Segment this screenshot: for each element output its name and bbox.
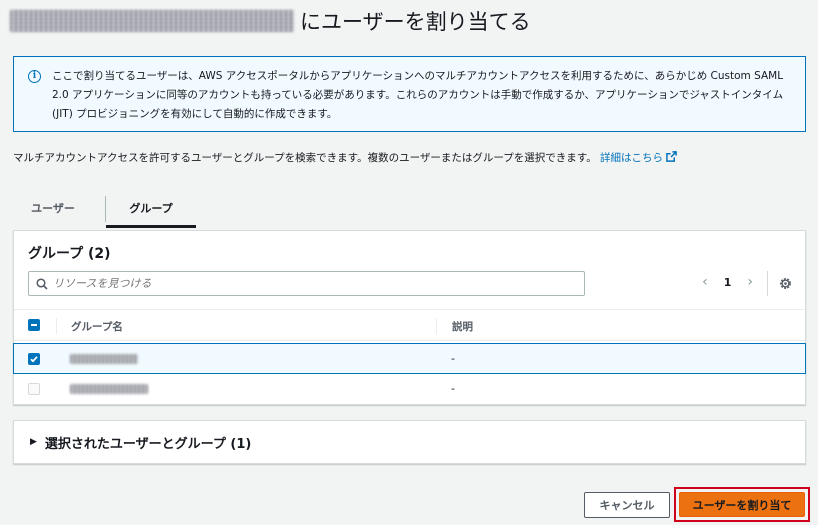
search-icon bbox=[36, 278, 48, 290]
gear-icon[interactable] bbox=[778, 276, 793, 291]
info-icon: i bbox=[28, 70, 41, 83]
selected-users-groups-section[interactable]: ▶ 選択されたユーザーとグループ (1) bbox=[13, 420, 806, 464]
cancel-button[interactable]: キャンセル bbox=[584, 492, 670, 518]
search-input[interactable] bbox=[53, 277, 584, 290]
tab-groups[interactable]: グループ bbox=[106, 188, 196, 228]
next-page-icon[interactable]: › bbox=[747, 275, 753, 289]
redacted-group-name bbox=[70, 354, 138, 364]
redacted-group-name bbox=[70, 384, 148, 394]
description: マルチアカウントアクセスを許可するユーザーとグループを検索できます。複数のユーザ… bbox=[13, 150, 813, 165]
learn-more-link[interactable]: 詳細はこちら bbox=[600, 151, 677, 164]
page-title-text: にユーザーを割り当てる bbox=[300, 10, 531, 34]
page-title: にユーザーを割り当てる bbox=[10, 6, 531, 36]
table-title: グループ (2) bbox=[28, 246, 111, 262]
table-row[interactable]: - bbox=[13, 343, 806, 374]
description-text: マルチアカウントアクセスを許可するユーザーとグループを検索できます。複数のユーザ… bbox=[13, 152, 597, 164]
column-header-description[interactable]: 説明 bbox=[452, 319, 473, 334]
pager-divider bbox=[767, 271, 768, 296]
column-divider bbox=[436, 318, 437, 334]
row-checkbox[interactable] bbox=[28, 383, 40, 395]
info-alert-text: ここで割り当てるユーザーは、AWS アクセスポータルからアプリケーションへのマル… bbox=[52, 70, 784, 120]
previous-page-icon[interactable]: ‹ bbox=[702, 275, 708, 289]
column-divider bbox=[56, 318, 57, 334]
column-header-group-name[interactable]: グループ名 bbox=[71, 319, 123, 334]
search-box bbox=[28, 271, 585, 296]
select-all-checkbox[interactable] bbox=[28, 319, 40, 331]
current-page[interactable]: 1 bbox=[724, 276, 732, 289]
caret-right-icon: ▶ bbox=[30, 437, 37, 447]
info-alert: i ここで割り当てるユーザーは、AWS アクセスポータルからアプリケーションへの… bbox=[13, 56, 806, 132]
tab-users[interactable]: ユーザー bbox=[13, 188, 93, 228]
external-link-icon bbox=[666, 151, 677, 162]
row-description: - bbox=[451, 382, 455, 395]
row-checkbox[interactable] bbox=[28, 353, 40, 365]
selected-section-label: 選択されたユーザーとグループ (1) bbox=[44, 436, 252, 452]
table-header-row: グループ名 説明 bbox=[14, 309, 805, 341]
pagination: ‹ 1 › bbox=[702, 275, 753, 289]
assign-users-button[interactable]: ユーザーを割り当て bbox=[679, 492, 805, 517]
groups-table: グループ (2) ‹ 1 › グループ名 説明 - - bbox=[13, 230, 806, 405]
tab-bar: ユーザー グループ bbox=[13, 188, 806, 228]
table-row[interactable]: - bbox=[14, 374, 805, 405]
assign-button-highlight: ユーザーを割り当て bbox=[674, 487, 810, 522]
row-description: - bbox=[451, 352, 455, 365]
redacted-app-name bbox=[10, 10, 294, 32]
